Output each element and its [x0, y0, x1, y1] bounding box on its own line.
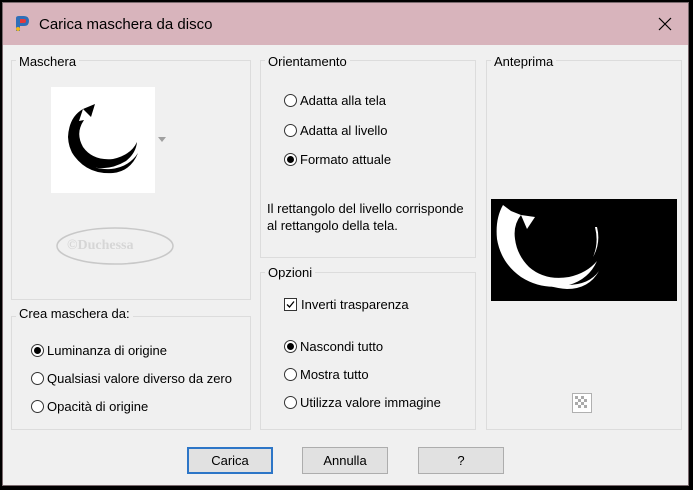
radio-dot: [284, 153, 297, 166]
radio-source-opacity[interactable]: Opacità di origine: [31, 399, 148, 414]
checkbox-label: Inverti trasparenza: [301, 297, 409, 312]
load-mask-dialog: Carica maschera da disco Maschera ©Duche…: [2, 2, 689, 486]
watermark-logo: ©Duchessa: [55, 225, 175, 267]
radio-label: Opacità di origine: [47, 399, 149, 414]
preview-transparency-toggle[interactable]: [572, 393, 592, 413]
radio-dot: [31, 372, 44, 385]
paintshop-pro-icon: [16, 16, 29, 31]
options-group-label: Opzioni: [265, 265, 316, 280]
radio-fit-layer[interactable]: Adatta al livello: [284, 123, 387, 138]
radio-dot: [284, 396, 297, 409]
radio-label: Nascondi tutto: [300, 339, 384, 354]
create-from-group-label: Crea maschera da:: [16, 306, 133, 321]
close-x-icon: [658, 17, 672, 31]
checkerboard-icon: [575, 396, 587, 408]
radio-dot: [284, 368, 297, 381]
close-button[interactable]: [642, 3, 688, 45]
load-button[interactable]: Carica: [187, 447, 273, 474]
radio-dot: [31, 344, 44, 357]
checkbox-box: [284, 298, 297, 311]
checkmark-icon: [286, 301, 295, 308]
orientation-description: Il rettangolo del livello corrisponde al…: [267, 201, 464, 233]
mask-thumbnail[interactable]: [51, 87, 155, 193]
radio-label: Adatta al livello: [300, 123, 388, 138]
radio-dot: [284, 124, 297, 137]
preview-group-label: Anteprima: [491, 54, 557, 69]
preview-swirl: [496, 205, 599, 289]
radio-dot: [284, 94, 297, 107]
radio-source-luminance[interactable]: Luminanza di origine: [31, 343, 167, 358]
watermark-text: ©Duchessa: [67, 238, 134, 253]
mask-group-label: Maschera: [16, 54, 80, 69]
cancel-button[interactable]: Annulla: [302, 447, 388, 474]
preview-image: [491, 199, 677, 301]
radio-show-all[interactable]: Mostra tutto: [284, 367, 369, 382]
radio-dot: [284, 340, 297, 353]
radio-label: Luminanza di origine: [47, 343, 167, 358]
radio-dot: [31, 400, 44, 413]
thumbnail-dropdown-arrow-icon[interactable]: [158, 137, 166, 143]
radio-label: Adatta alla tela: [300, 93, 387, 108]
radio-label: Mostra tutto: [300, 367, 369, 382]
radio-fit-canvas[interactable]: Adatta alla tela: [284, 93, 386, 108]
orientation-group-label: Orientamento: [265, 54, 350, 69]
mask-swirl-image: [68, 104, 138, 174]
radio-hide-all[interactable]: Nascondi tutto: [284, 339, 383, 354]
invert-transparency-checkbox[interactable]: Inverti trasparenza: [284, 297, 409, 312]
window-title: Carica maschera da disco: [39, 16, 213, 33]
radio-any-non-zero[interactable]: Qualsiasi valore diverso da zero: [31, 371, 232, 386]
radio-label: Formato attuale: [300, 152, 392, 167]
radio-use-image-value[interactable]: Utilizza valore immagine: [284, 395, 441, 410]
radio-label: Qualsiasi valore diverso da zero: [47, 371, 232, 386]
title-bar: Carica maschera da disco: [3, 3, 688, 45]
radio-current-size[interactable]: Formato attuale: [284, 152, 391, 167]
help-button[interactable]: ?: [418, 447, 504, 474]
radio-label: Utilizza valore immagine: [300, 395, 441, 410]
